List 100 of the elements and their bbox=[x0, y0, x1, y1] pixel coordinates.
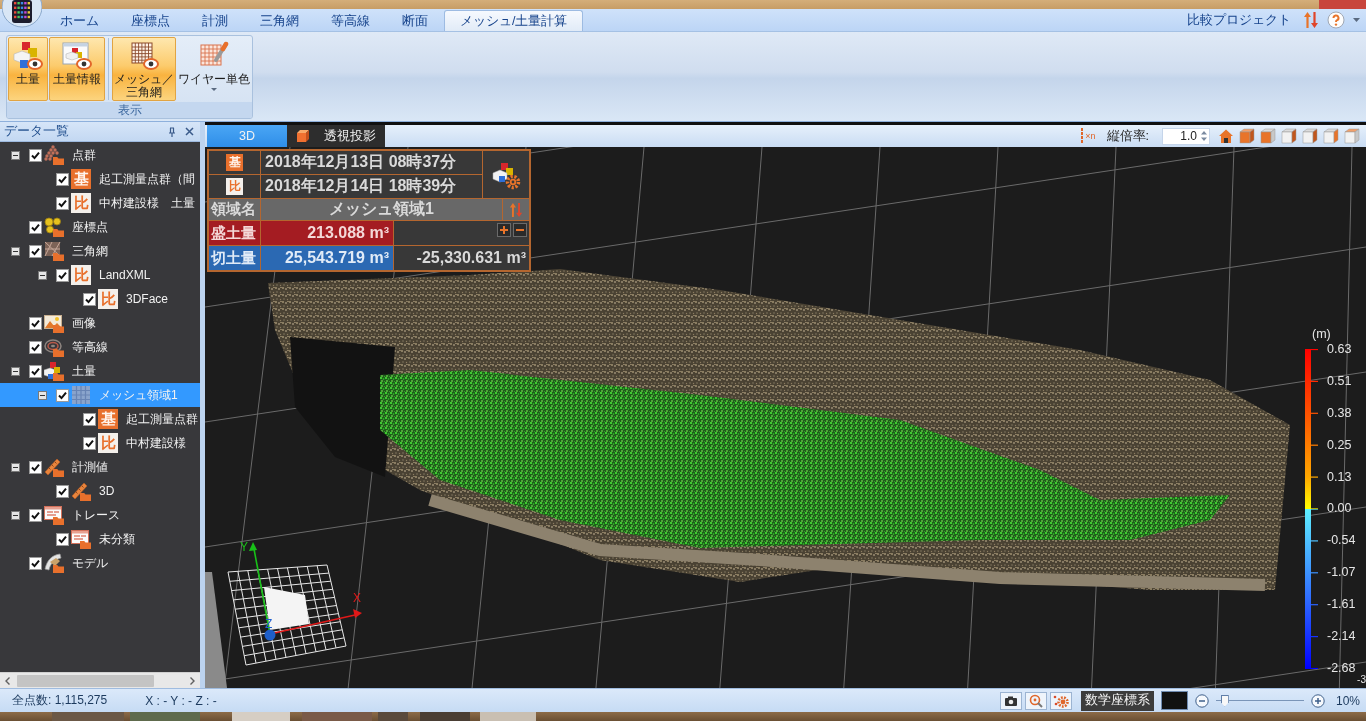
checkbox[interactable] bbox=[29, 460, 42, 474]
checkbox[interactable] bbox=[56, 388, 69, 402]
collapse-icon[interactable] bbox=[38, 270, 47, 280]
checkbox[interactable] bbox=[29, 556, 42, 570]
zoom-out-icon[interactable] bbox=[1194, 693, 1209, 708]
home-icon[interactable] bbox=[1218, 128, 1234, 144]
point-cloud-icon bbox=[44, 145, 64, 165]
tree-item[interactable]: 比 LandXML bbox=[0, 263, 200, 287]
legend-label: 0.38 bbox=[1327, 405, 1353, 420]
scrollbar-thumb[interactable] bbox=[17, 674, 154, 687]
collapse-icon[interactable] bbox=[11, 462, 20, 472]
slider-thumb[interactable] bbox=[1220, 694, 1229, 707]
tree-item[interactable]: 比 中村建設様 土量 bbox=[0, 191, 200, 215]
tree-item[interactable]: モデル bbox=[0, 551, 200, 575]
checkbox[interactable] bbox=[29, 148, 42, 162]
tree-item[interactable]: 基 起工測量点群（間 bbox=[0, 167, 200, 191]
checkbox[interactable] bbox=[29, 508, 42, 522]
ribbon-tab[interactable]: 計測 bbox=[186, 10, 244, 31]
compare-project-button[interactable]: 比較プロジェクト bbox=[1187, 11, 1291, 29]
tree-item[interactable]: 座標点 bbox=[0, 215, 200, 239]
checkbox[interactable] bbox=[29, 316, 42, 330]
checkbox[interactable] bbox=[56, 268, 69, 282]
checkbox[interactable] bbox=[83, 292, 96, 306]
sort-arrows-icon[interactable] bbox=[1303, 11, 1319, 29]
ribbon-button[interactable]: 土量 bbox=[8, 37, 48, 101]
cube-icon[interactable] bbox=[1302, 128, 1318, 144]
ribbon-tab[interactable]: 座標点 bbox=[115, 10, 186, 31]
collapse-icon[interactable] bbox=[11, 246, 20, 256]
checkbox[interactable] bbox=[56, 196, 69, 210]
cube-icon[interactable] bbox=[1239, 128, 1255, 144]
layer-badge: 比 bbox=[98, 433, 118, 453]
plus-icon[interactable] bbox=[497, 223, 511, 237]
close-icon[interactable] bbox=[185, 127, 194, 136]
ribbon-tab[interactable]: 等高線 bbox=[315, 10, 386, 31]
tree-item[interactable]: 未分類 bbox=[0, 527, 200, 551]
tree-item[interactable]: 三角網 bbox=[0, 239, 200, 263]
plane-tile bbox=[264, 587, 309, 630]
tree-item[interactable]: 3D bbox=[0, 479, 200, 503]
table-cell: メッシュ領域1 bbox=[261, 199, 502, 220]
layer-badge: 比 bbox=[71, 265, 91, 285]
tree-item[interactable]: 画像 bbox=[0, 311, 200, 335]
minus-icon[interactable] bbox=[513, 223, 527, 237]
collapse-icon[interactable] bbox=[38, 390, 47, 400]
number-field[interactable]: 1.0 bbox=[1162, 127, 1210, 145]
collapse-icon[interactable] bbox=[11, 150, 20, 160]
ribbon-tab[interactable]: 断面 bbox=[386, 10, 444, 31]
group-label: 表示 bbox=[7, 102, 252, 118]
table-cell: 2018年12月13日 08時37分 bbox=[261, 151, 482, 174]
color-swatch[interactable] bbox=[1160, 691, 1188, 710]
table-cell: 213.088 m³ bbox=[261, 221, 393, 245]
cube-icon[interactable] bbox=[1281, 128, 1297, 144]
layer-badge: 基 bbox=[98, 409, 118, 429]
checkbox[interactable] bbox=[56, 172, 69, 186]
checkbox[interactable] bbox=[29, 220, 42, 234]
ribbon-button[interactable]: メッシュ／三角網 bbox=[112, 37, 176, 101]
coordinate-system-button[interactable]: 数学座標系 bbox=[1080, 690, 1154, 711]
checkbox[interactable] bbox=[83, 436, 96, 450]
spheres-icon bbox=[44, 217, 64, 237]
tree-item[interactable]: トレース bbox=[0, 503, 200, 527]
tree-item[interactable]: 等高線 bbox=[0, 335, 200, 359]
collapse-icon[interactable] bbox=[11, 510, 20, 520]
cube-icon bbox=[296, 129, 310, 143]
legend-label: -2.68 bbox=[1327, 660, 1356, 675]
caret-icon[interactable] bbox=[1353, 18, 1360, 22]
checkbox[interactable] bbox=[29, 364, 42, 378]
ribbon-tab[interactable]: メッシュ/土量計算 bbox=[444, 10, 584, 31]
cube-icon[interactable] bbox=[1260, 128, 1276, 144]
tree-item[interactable]: 比 中村建設様 bbox=[0, 431, 200, 455]
checkbox[interactable] bbox=[83, 412, 96, 426]
horizontal-scrollbar[interactable] bbox=[0, 672, 200, 688]
gear-icon[interactable] bbox=[1049, 691, 1072, 710]
checkbox[interactable] bbox=[29, 340, 42, 354]
zoom-in-icon[interactable] bbox=[1310, 693, 1325, 708]
pin-icon[interactable] bbox=[168, 126, 176, 137]
checkbox[interactable] bbox=[29, 244, 42, 258]
zoom-reading: 10% bbox=[1335, 693, 1360, 708]
ribbon-tab[interactable]: ホーム bbox=[44, 10, 115, 31]
checkbox[interactable] bbox=[56, 532, 69, 546]
cubes-icon bbox=[44, 361, 64, 381]
tree-item[interactable]: 基 起工測量点群 bbox=[0, 407, 200, 431]
help-icon[interactable] bbox=[1327, 11, 1345, 29]
view-tab[interactable]: 透視投影 bbox=[287, 125, 385, 147]
cubes-eye-icon bbox=[13, 41, 43, 71]
cube-icon[interactable] bbox=[1323, 128, 1339, 144]
tree-item[interactable]: 土量 bbox=[0, 359, 200, 383]
collapse-icon[interactable] bbox=[11, 366, 20, 376]
layer-badge: 基 bbox=[71, 169, 91, 189]
layer-badge: 基 bbox=[226, 154, 243, 171]
ribbon-button[interactable]: 土量情報 bbox=[49, 37, 105, 101]
tree-item[interactable]: 点群 bbox=[0, 143, 200, 167]
checkbox[interactable] bbox=[56, 484, 69, 498]
layer-badge: 比 bbox=[71, 193, 91, 213]
spin-arrows-icon[interactable] bbox=[1200, 129, 1208, 143]
camera-icon[interactable] bbox=[999, 691, 1022, 710]
settings-button[interactable] bbox=[483, 151, 529, 198]
tree-item[interactable]: 比 3DFace bbox=[0, 287, 200, 311]
ribbon-button[interactable]: ワイヤー単色 bbox=[177, 37, 251, 101]
ribbon-tab[interactable]: 三角網 bbox=[244, 10, 315, 31]
tree-item[interactable]: 計測値 bbox=[0, 455, 200, 479]
wedge-icon bbox=[44, 553, 64, 573]
